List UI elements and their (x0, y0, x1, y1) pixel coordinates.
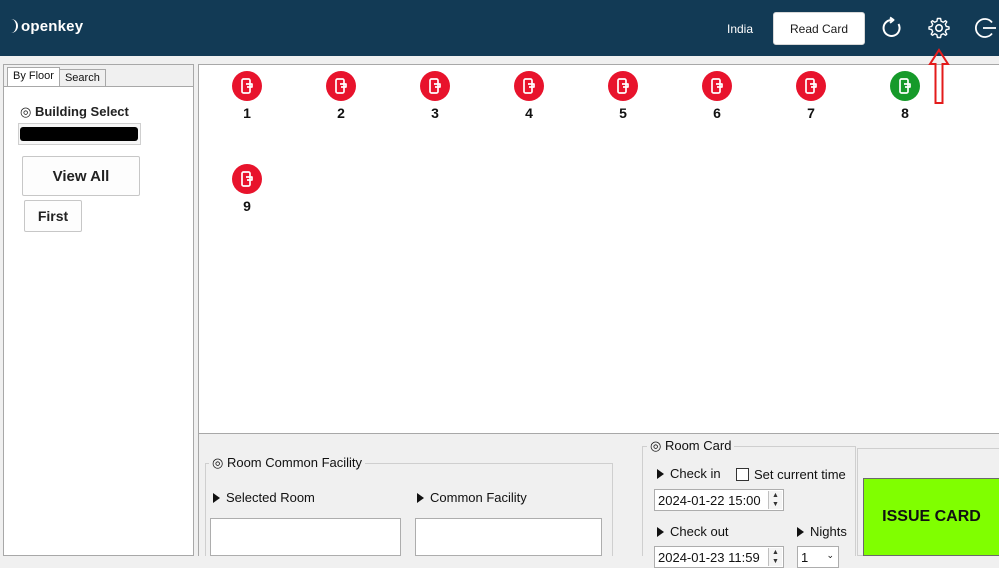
check-in-datetime[interactable]: 2024-01-22 15:00 ▲ ▼ (654, 489, 784, 511)
room-tile[interactable]: 4 (509, 71, 549, 121)
annotation-arrow (928, 48, 950, 104)
common-facility-list[interactable] (415, 518, 602, 556)
room-number: 8 (901, 105, 909, 121)
room-tile[interactable]: 8 (885, 71, 925, 121)
door-lock-icon (232, 71, 262, 101)
set-current-time-checkbox[interactable]: Set current time (736, 467, 846, 482)
room-number: 7 (807, 105, 815, 121)
check-out-label: Check out (657, 524, 729, 539)
left-panel: By Floor Search ◎ Building Select View A… (3, 64, 194, 556)
room-number: 5 (619, 105, 627, 121)
logo-text: openkey (21, 18, 84, 35)
door-lock-icon (890, 71, 920, 101)
room-tile[interactable]: 5 (603, 71, 643, 121)
view-all-button[interactable]: View All (22, 156, 140, 196)
room-number: 3 (431, 105, 439, 121)
triangle-right-icon (417, 493, 424, 503)
selected-room-label: Selected Room (213, 490, 315, 505)
selected-room-list[interactable] (210, 518, 401, 556)
door-lock-icon (702, 71, 732, 101)
room-tile[interactable]: 6 (697, 71, 737, 121)
app-logo: openkey (10, 18, 83, 35)
room-tile[interactable]: 9 (227, 164, 267, 214)
logo-mark-icon (10, 19, 18, 33)
bottom-panel: ◎ Room Common Facility Selected Room Com… (198, 434, 999, 568)
building-select-label: ◎ Building Select (20, 104, 129, 119)
country-label[interactable]: India (727, 22, 753, 36)
room-card-title: ◎ Room Card (647, 438, 735, 454)
triangle-right-icon (213, 493, 220, 503)
room-number: 2 (337, 105, 345, 121)
triangle-right-icon (797, 527, 804, 537)
triangle-right-icon (657, 469, 664, 479)
spin-arrows-icon[interactable]: ▲ ▼ (768, 548, 782, 566)
issue-card-button[interactable]: ISSUE CARD (863, 478, 999, 556)
tab-search[interactable]: Search (58, 69, 106, 87)
door-lock-icon (514, 71, 544, 101)
common-facility-label: Common Facility (417, 490, 527, 505)
room-number: 6 (713, 105, 721, 121)
door-lock-icon (420, 71, 450, 101)
door-lock-icon (608, 71, 638, 101)
triangle-right-icon (657, 527, 664, 537)
check-out-datetime[interactable]: 2024-01-23 11:59 ▲ ▼ (654, 546, 784, 568)
nights-label: Nights (797, 524, 847, 539)
spin-arrows-icon[interactable]: ▲ ▼ (768, 491, 782, 509)
door-lock-icon (796, 71, 826, 101)
room-tile[interactable]: 1 (227, 71, 267, 121)
left-tabs: By Floor Search (7, 67, 106, 87)
refresh-icon[interactable] (880, 16, 904, 40)
room-tile[interactable]: 2 (321, 71, 361, 121)
room-number: 1 (243, 105, 251, 121)
room-grid: 1 2 3 4 5 6 7 8 9 (198, 64, 999, 434)
top-bar: openkey India Read Card (0, 0, 999, 56)
tab-body: ◎ Building Select View All First (4, 86, 193, 555)
door-lock-icon (326, 71, 356, 101)
room-tile[interactable]: 7 (791, 71, 831, 121)
nights-select[interactable]: 1 ⌄ (797, 546, 839, 568)
tab-by-floor[interactable]: By Floor (7, 67, 60, 87)
first-floor-button[interactable]: First (24, 200, 82, 232)
gear-icon[interactable] (927, 16, 951, 40)
room-number: 9 (243, 198, 251, 214)
room-common-facility-title: ◎ Room Common Facility (209, 455, 366, 471)
redacted-building-name (20, 127, 138, 141)
checkbox-icon[interactable] (736, 468, 749, 481)
door-lock-icon (232, 164, 262, 194)
check-in-label: Check in (657, 466, 721, 481)
read-card-button[interactable]: Read Card (773, 12, 865, 45)
logout-icon[interactable] (973, 16, 997, 40)
room-number: 4 (525, 105, 533, 121)
room-tile[interactable]: 3 (415, 71, 455, 121)
